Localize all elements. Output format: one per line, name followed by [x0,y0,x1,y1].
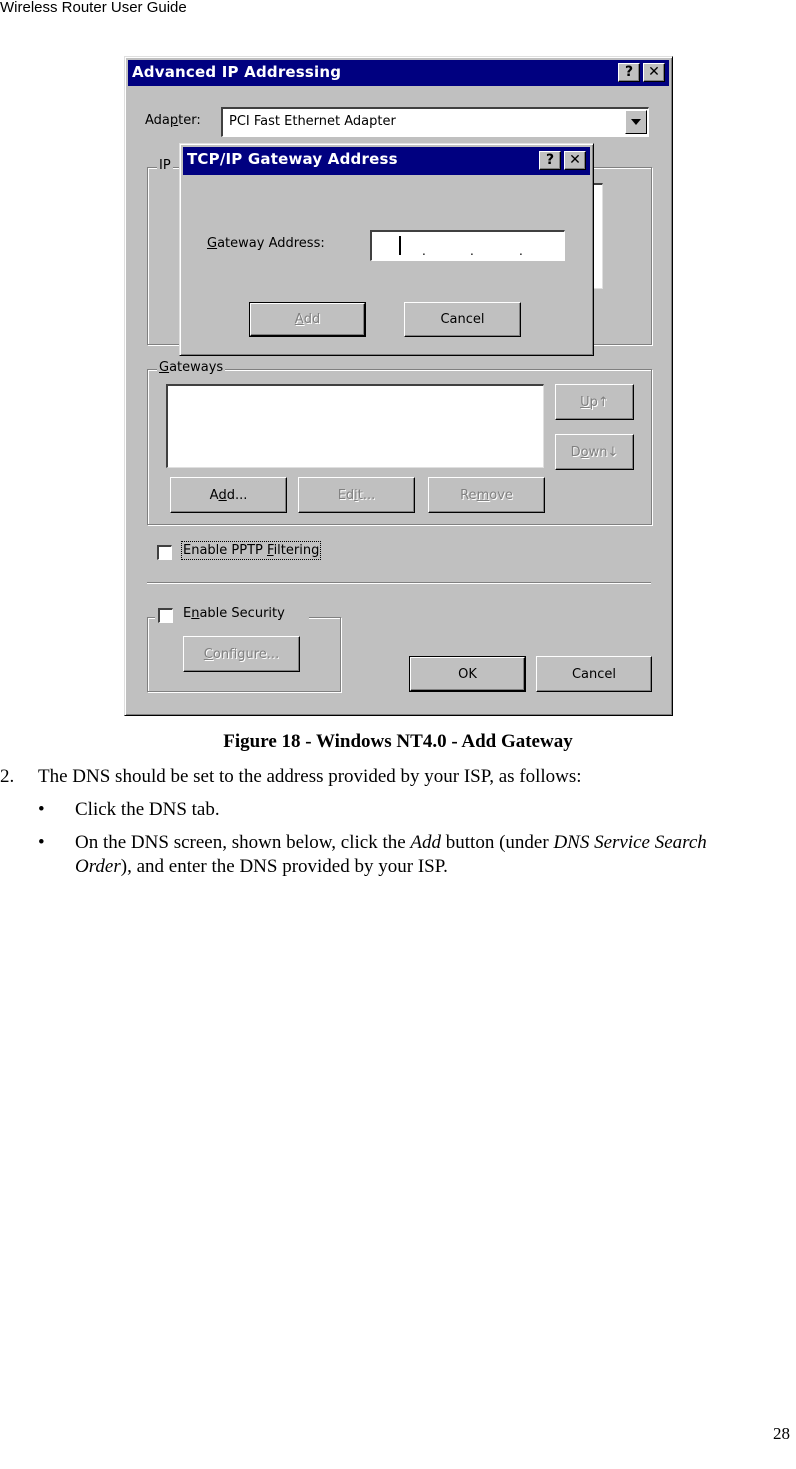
bullet-item-2: On the DNS screen, shown below, click th… [75,832,707,854]
child-close-button[interactable]: ✕ [564,151,586,170]
pptp-filtering-checkbox[interactable] [157,545,172,560]
emphasis: DNS Service Search [553,832,707,853]
help-icon: ? [545,152,555,168]
text: button (under [441,832,554,853]
gateway-add-button[interactable]: Ad d... [170,477,287,513]
step-number: 2. [0,766,15,787]
ip-separator: . [422,244,426,258]
emphasis: Add [410,832,442,853]
step-text: The DNS should be set to the address pro… [38,766,582,787]
gateway-address-dialog: TCP/IP Gateway Address ? ✕ Gateway Addre… [179,143,594,356]
chevron-down-icon[interactable] [625,110,647,134]
down-button[interactable]: Do wn↓ [555,434,634,470]
gateways-caption: Gateways [157,360,226,375]
enable-security-checkbox[interactable] [158,608,173,623]
bullet-item-2-continued: Order), and enter the DNS provided by yo… [75,856,448,878]
gateway-dialog-cancel-button[interactable]: Cancel [404,302,521,337]
page-header: Wireless Router User Guide [0,0,187,16]
page-number: 28 [773,1424,790,1443]
cancel-button[interactable]: Cancel [536,656,652,692]
adapter-value: PCI Fast Ethernet Adapter [229,114,396,129]
gateways-list[interactable] [166,384,544,468]
title-bar: Advanced IP Addressing ? ✕ [128,60,669,86]
text: ), and enter the DNS provided by your IS… [120,856,448,877]
ip-separator: . [470,244,474,258]
ok-button[interactable]: OK [409,656,526,692]
gateway-dialog-add-button[interactable]: Add [249,302,366,337]
text-caret [399,236,401,255]
figure-caption: Figure 18 - Windows NT4.0 - Add Gateway [223,731,573,752]
gateway-address-input[interactable]: . . . [370,230,565,261]
child-dialog-title: TCP/IP Gateway Address [187,150,398,168]
child-help-button[interactable]: ? [539,151,561,170]
gateway-address-label: Gateway Address: [207,236,325,251]
close-icon: ✕ [569,152,581,168]
bullet-item-1: Click the DNS tab. [75,799,220,820]
adapter-label: Adapter: [145,113,201,128]
pptp-filtering-label[interactable]: Enable PPTP Filtering [180,541,322,560]
emphasis: Order [75,856,121,877]
close-button[interactable]: ✕ [643,63,665,82]
step-item: 2. [0,766,14,788]
gateway-edit-button[interactable]: Ed i t... [298,477,415,513]
separator [147,582,651,584]
help-button[interactable]: ? [618,63,640,82]
adapter-select[interactable]: PCI Fast Ethernet Adapter [221,107,649,137]
ip-separator: . [519,244,523,258]
close-icon: ✕ [648,64,660,80]
bullet-icon: • [38,799,45,820]
ip-group-caption: IP [157,158,173,173]
configure-button[interactable]: Configure... [183,636,300,672]
text: On the DNS screen, shown below, click th… [75,832,411,853]
bullet-icon: • [38,832,45,853]
dialog-title: Advanced IP Addressing [132,63,342,81]
gateway-remove-button[interactable]: Re m ove [428,477,545,513]
child-title-bar: TCP/IP Gateway Address ? ✕ [183,147,590,175]
enable-security-label[interactable]: Enable Security [183,606,285,621]
up-button[interactable]: Up↑ [555,384,634,420]
help-icon: ? [624,64,634,80]
